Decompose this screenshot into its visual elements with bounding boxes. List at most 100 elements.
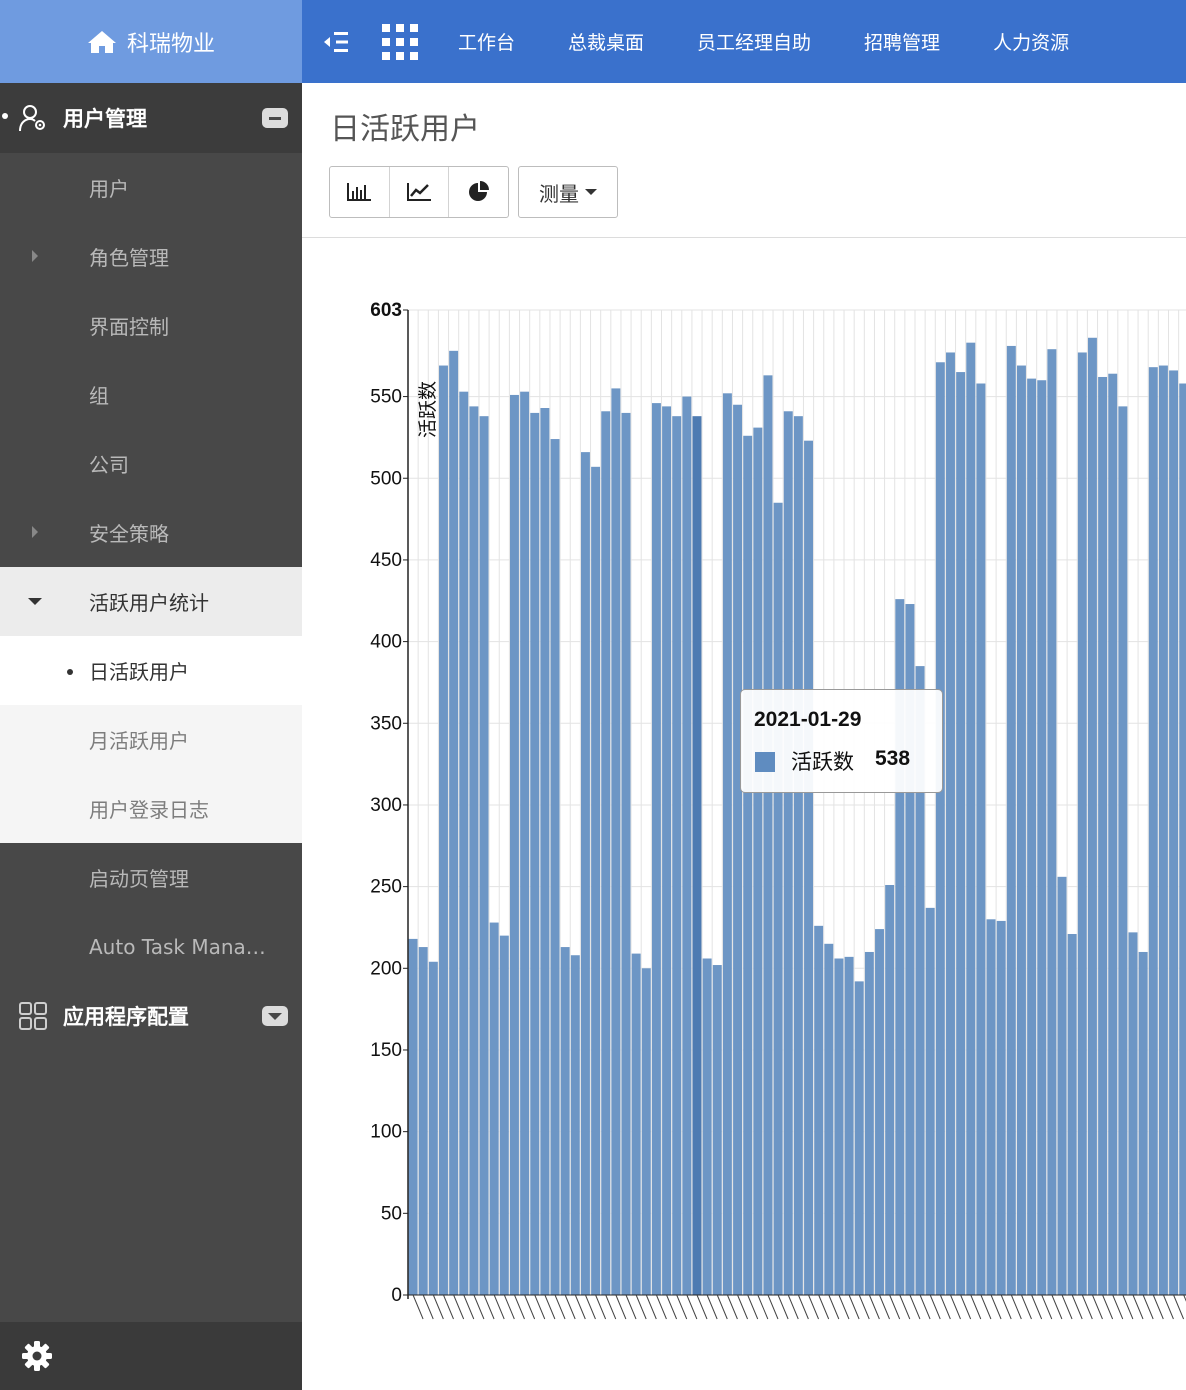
x-tick — [980, 1294, 992, 1320]
caret-right-icon — [32, 526, 38, 538]
sidebar-item-splash-page[interactable]: 启动页管理 — [0, 843, 302, 912]
sidebar-item-ui-control[interactable]: 界面控制 — [0, 291, 302, 360]
x-tick — [1142, 1294, 1154, 1320]
sidebar-item-roles[interactable]: 角色管理 — [0, 222, 302, 291]
nav-link-workbench[interactable]: 工作台 — [458, 28, 515, 55]
bar — [733, 404, 743, 1296]
bar — [773, 502, 783, 1295]
bar — [1169, 370, 1179, 1295]
bar — [935, 362, 945, 1295]
bar — [499, 935, 509, 1295]
x-tick — [726, 1294, 738, 1320]
x-tick — [524, 1294, 536, 1320]
page-title: 日活跃用户 — [330, 112, 480, 147]
bar — [692, 416, 702, 1295]
x-tick — [787, 1294, 799, 1320]
x-tick — [564, 1294, 576, 1320]
x-tick — [1122, 1294, 1134, 1320]
selected-bullet — [67, 669, 73, 675]
pie-chart-button[interactable] — [449, 167, 508, 217]
bar — [743, 435, 753, 1295]
nav-links: 工作台 总裁桌面 员工经理自助 招聘管理 人力资源 — [458, 28, 1122, 55]
sidebar-item-companies[interactable]: 公司 — [0, 429, 302, 498]
bar — [793, 416, 803, 1295]
x-tick — [747, 1294, 759, 1320]
sidebar-item-label: 日活跃用户 — [89, 660, 189, 684]
sidebar-item-groups[interactable]: 组 — [0, 360, 302, 429]
x-tick — [909, 1294, 921, 1320]
bar — [611, 388, 621, 1295]
x-tick — [757, 1294, 769, 1320]
bar — [1067, 933, 1077, 1295]
sidebar-item-active-user-stats[interactable]: 活跃用户统计 — [0, 567, 302, 636]
bar — [621, 412, 631, 1295]
expand-icon[interactable] — [262, 1006, 288, 1026]
x-tick — [858, 1294, 870, 1320]
sidebar-item-label: 活跃用户统计 — [89, 591, 209, 615]
collapse-icon[interactable] — [262, 108, 288, 128]
x-tick — [1112, 1294, 1124, 1320]
bar-chart: 0 50 100 150 200 250 300 350 400 450 500 550 603 活跃数 — [370, 300, 1186, 1320]
bar-chart-button[interactable] — [330, 167, 390, 217]
bar — [854, 981, 864, 1295]
bar — [418, 947, 428, 1295]
bar — [834, 958, 844, 1295]
gear-icon[interactable] — [21, 1340, 53, 1372]
brand-header[interactable]: 科瑞物业 — [0, 0, 302, 83]
bar — [1006, 345, 1016, 1295]
y-tick-label: 200 — [370, 958, 402, 979]
bar — [1027, 378, 1037, 1296]
bar — [560, 947, 570, 1295]
sidebar-item-security-policy[interactable]: 安全策略 — [0, 498, 302, 567]
measure-label: 测量 — [539, 181, 579, 206]
bar — [783, 411, 793, 1295]
y-tick-label: 250 — [370, 877, 402, 898]
sidebar-group-label: 应用程序配置 — [63, 1005, 189, 1029]
sidebar-group-app-config[interactable]: 应用程序配置 — [0, 981, 302, 1051]
measure-dropdown[interactable]: 测量 — [518, 166, 618, 218]
y-axis-label: 活跃数 — [417, 381, 439, 438]
bar — [885, 884, 895, 1295]
bar — [408, 938, 418, 1295]
bar — [1098, 376, 1108, 1295]
bar — [1057, 876, 1067, 1295]
bar — [986, 919, 996, 1295]
menu-collapse-icon[interactable] — [302, 0, 372, 83]
tooltip-date: 2021-01-29 — [754, 708, 862, 731]
sidebar-item-daily-active-users[interactable]: 日活跃用户 — [0, 636, 302, 705]
y-tick-label: 50 — [381, 1203, 402, 1224]
y-tick-label: 550 — [370, 387, 402, 408]
bar — [712, 965, 722, 1295]
x-tick — [1031, 1294, 1043, 1320]
sidebar-item-label: 安全策略 — [89, 522, 169, 546]
x-tick — [655, 1294, 667, 1320]
sidebar-item-monthly-active-users[interactable]: 月活跃用户 — [0, 705, 302, 774]
x-tick — [868, 1294, 880, 1320]
sidebar-item-users[interactable]: 用户 — [0, 153, 302, 222]
x-tick — [503, 1294, 515, 1320]
nav-link-hr[interactable]: 人力资源 — [993, 28, 1069, 55]
brand-title: 科瑞物业 — [126, 31, 215, 57]
x-tick — [666, 1294, 678, 1320]
sidebar-item-login-log[interactable]: 用户登录日志 — [0, 774, 302, 843]
bar — [459, 391, 469, 1296]
bar — [489, 922, 499, 1295]
bar — [520, 391, 530, 1296]
x-tick — [422, 1294, 434, 1320]
sidebar-group-user-management[interactable]: 用户管理 — [0, 83, 302, 153]
sidebar-item-auto-task[interactable]: Auto Task Mana… — [0, 912, 302, 981]
y-tick-label: 100 — [370, 1122, 402, 1143]
active-dot — [2, 113, 8, 119]
nav-link-ceo-desktop[interactable]: 总裁桌面 — [568, 28, 644, 55]
chart-type-toggle — [329, 166, 509, 218]
line-chart-button[interactable] — [390, 167, 450, 217]
bar — [631, 953, 641, 1295]
x-tick — [808, 1294, 819, 1320]
app-grid-icon[interactable] — [372, 0, 428, 83]
bar — [1077, 352, 1087, 1296]
caret-right-icon — [32, 250, 38, 262]
x-tick — [493, 1294, 505, 1320]
nav-link-recruitment[interactable]: 招聘管理 — [864, 28, 940, 55]
bar — [580, 452, 590, 1295]
nav-link-self-service[interactable]: 员工经理自助 — [697, 28, 811, 55]
